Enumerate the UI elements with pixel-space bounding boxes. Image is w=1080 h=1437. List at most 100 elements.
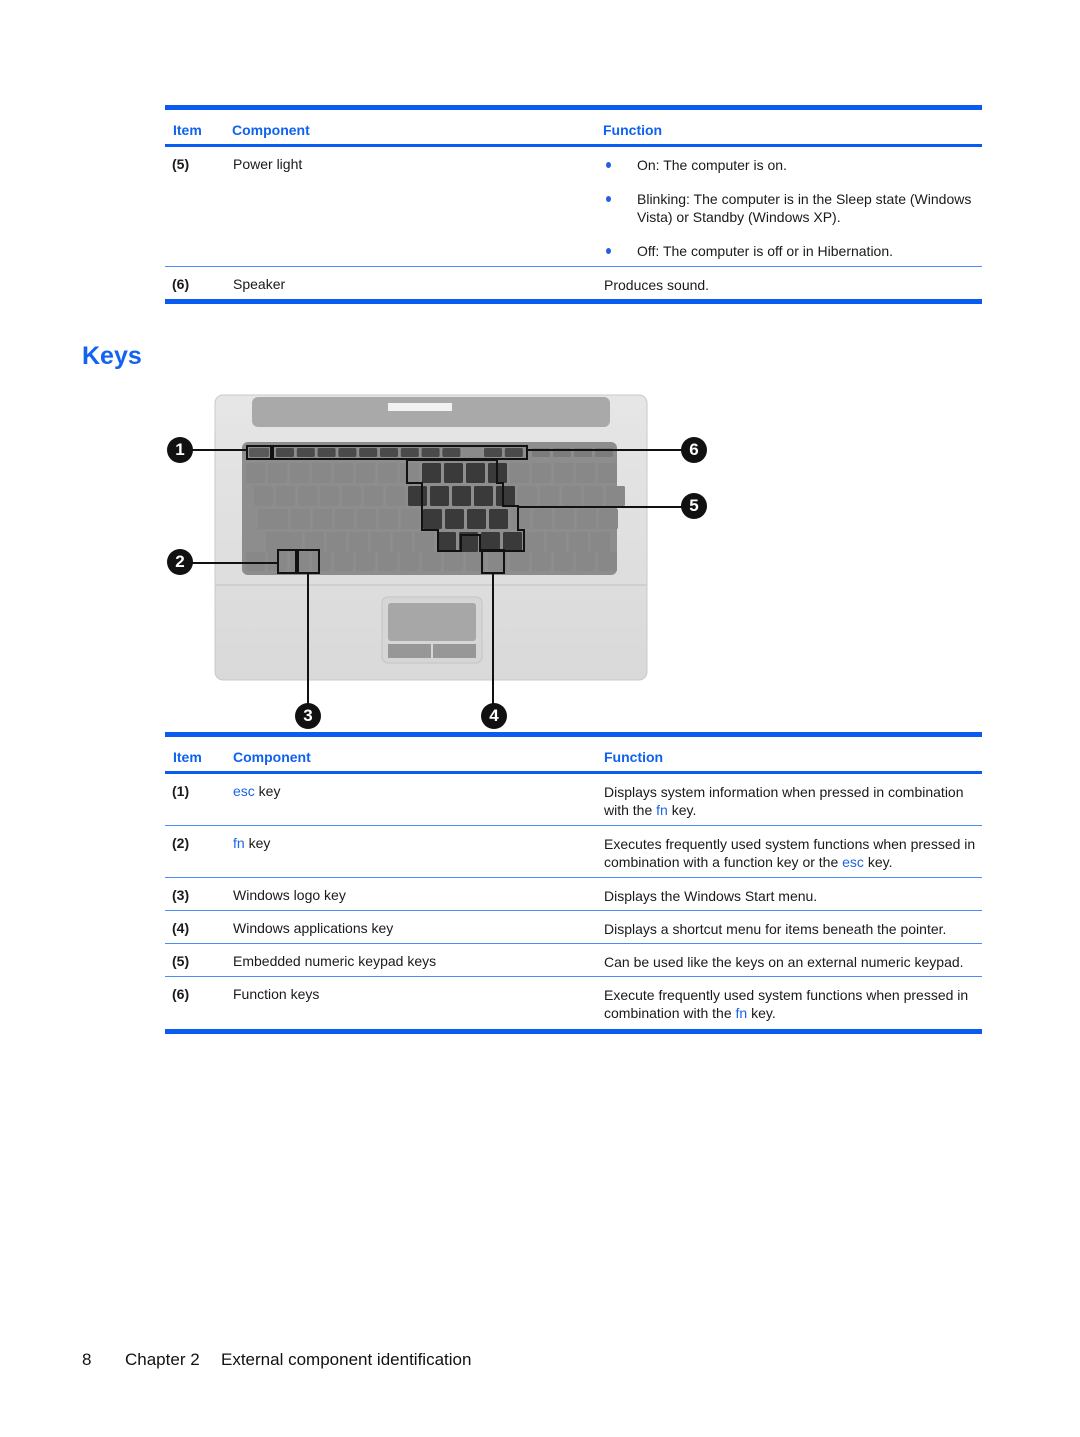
keyboard-key xyxy=(598,552,617,571)
item-number: (3) xyxy=(172,887,190,903)
keyboard-key xyxy=(533,509,552,529)
table-bottom-rule xyxy=(165,299,982,304)
keyboard-key xyxy=(312,463,331,483)
keyboard-key xyxy=(378,552,397,571)
callout-3: 3 xyxy=(295,703,321,729)
touchpad xyxy=(388,603,476,641)
component-name: Windows applications key xyxy=(233,920,394,936)
esc-key-link[interactable]: esc xyxy=(842,854,864,870)
table-bottom-rule xyxy=(165,1029,982,1034)
keyboard-key xyxy=(576,552,595,571)
callout-5: 5 xyxy=(681,493,707,519)
callout-2: 2 xyxy=(167,549,193,575)
keyboard-key xyxy=(342,486,361,506)
keyboard-key xyxy=(503,532,522,552)
function-text: Can be used like the keys on an external… xyxy=(604,954,964,970)
component-name: Function keys xyxy=(233,986,320,1002)
table-row: (6) Function keys Execute frequently use… xyxy=(165,977,982,1029)
function-key xyxy=(296,448,315,457)
keyboard-key xyxy=(408,486,427,506)
keyboard-key xyxy=(312,552,331,571)
keyboard-key xyxy=(598,463,617,483)
page-number: 8 xyxy=(82,1350,92,1369)
keyboard-key xyxy=(290,552,309,571)
keyboard-key xyxy=(327,532,346,552)
header-component: Component xyxy=(232,122,310,138)
keyboard-key xyxy=(554,463,573,483)
touchpad-left-button xyxy=(388,644,431,658)
keyboard-key xyxy=(532,463,551,483)
header-component: Component xyxy=(233,749,311,765)
keyboard-figure: 1 2 3 4 5 6 xyxy=(160,385,720,735)
esc-key-link[interactable]: esc xyxy=(233,783,255,799)
status-lights xyxy=(388,403,452,411)
callout-6: 6 xyxy=(681,437,707,463)
table-row: (6) Speaker Produces sound. xyxy=(165,267,982,299)
function-key xyxy=(504,448,523,457)
function-key xyxy=(463,448,482,457)
function-key xyxy=(442,448,461,457)
item-number: (5) xyxy=(172,953,190,969)
keyboard-key xyxy=(422,463,441,483)
keyboard-key xyxy=(386,486,405,506)
keyboard-key xyxy=(400,463,419,483)
keyboard-key xyxy=(511,509,530,529)
function-text: Displays a shortcut menu for items benea… xyxy=(604,921,947,937)
keyboard-key xyxy=(569,532,588,552)
keyboard-key xyxy=(577,509,596,529)
keyboard-key xyxy=(430,486,449,506)
keyboard-key xyxy=(276,486,295,506)
keyboard-key xyxy=(258,509,288,529)
keyboard-key xyxy=(584,486,603,506)
function-text: Displays the Windows Start menu. xyxy=(604,888,818,904)
header-item: Item xyxy=(173,749,202,765)
keyboard-key xyxy=(599,509,618,529)
item-number: (4) xyxy=(172,920,190,936)
keyboard-key xyxy=(437,532,456,552)
keyboard-key xyxy=(547,532,566,552)
table-row: (3) Windows logo key Displays the Window… xyxy=(165,878,982,910)
function-list: On: The computer is on. Blinking: The co… xyxy=(604,156,982,276)
component-name: esc key xyxy=(233,783,281,799)
keyboard-key xyxy=(489,509,508,529)
keyboard-key xyxy=(371,532,390,552)
keyboard-key xyxy=(591,532,610,552)
fn-key-link[interactable]: fn xyxy=(736,1005,748,1021)
keyboard-key xyxy=(401,509,420,529)
function-key xyxy=(338,448,357,457)
function-key xyxy=(484,448,502,457)
keyboard-illustration xyxy=(192,394,682,705)
keyboard-key xyxy=(532,552,551,571)
keyboard-key xyxy=(510,463,529,483)
keyboard-key xyxy=(445,509,464,529)
bullet-item: Off: The computer is off or in Hibernati… xyxy=(604,242,982,260)
keyboard-key xyxy=(452,486,471,506)
fn-key-link[interactable]: fn xyxy=(233,835,245,851)
keyboard-key xyxy=(334,552,353,571)
item-number: (1) xyxy=(172,783,190,799)
table-row: (5) Power light On: The computer is on. … xyxy=(165,147,982,266)
keyboard-key xyxy=(364,486,383,506)
keyboard-key xyxy=(357,509,376,529)
keyboard-key xyxy=(291,509,310,529)
item-number: (6) xyxy=(172,986,190,1002)
keyboard-key xyxy=(356,463,375,483)
keyboard-key xyxy=(246,463,265,483)
keyboard-key xyxy=(555,509,574,529)
header-function: Function xyxy=(604,749,664,765)
key-grid xyxy=(246,463,625,571)
keyboard-key xyxy=(356,552,375,571)
table-row: (5) Embedded numeric keypad keys Can be … xyxy=(165,944,982,976)
callout-1: 1 xyxy=(167,437,193,463)
function-text: Executes frequently used system function… xyxy=(604,836,976,870)
fn-key-link[interactable]: fn xyxy=(656,802,668,818)
item-number: (5) xyxy=(172,156,190,172)
keyboard-key xyxy=(268,463,287,483)
function-key xyxy=(380,448,398,457)
component-name: fn key xyxy=(233,835,271,851)
bullet-item: On: The computer is on. xyxy=(604,156,982,174)
item-number: (2) xyxy=(172,835,190,851)
keyboard-key xyxy=(467,509,486,529)
header-function: Function xyxy=(603,122,663,138)
keys-table: Item Component Function (1) esc key Disp… xyxy=(165,732,982,1034)
